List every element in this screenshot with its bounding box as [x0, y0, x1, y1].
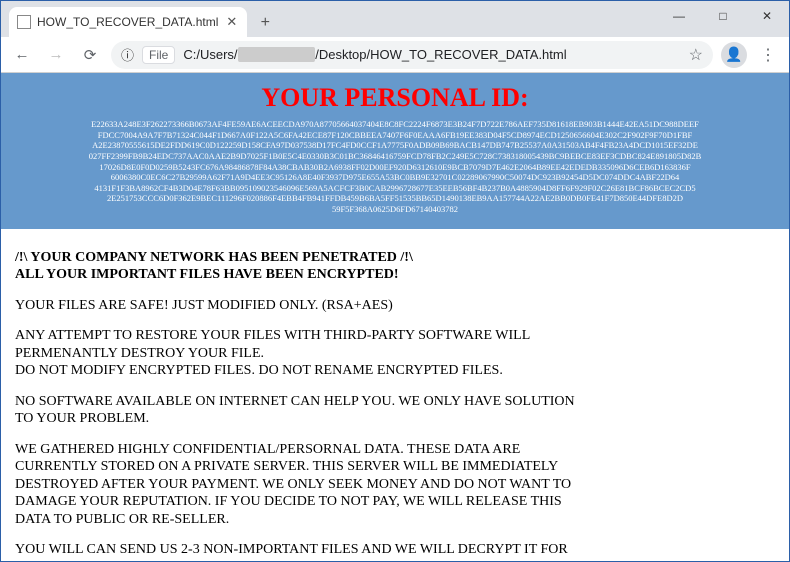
tab-title: HOW_TO_RECOVER_DATA.html — [37, 15, 218, 29]
omnibox[interactable]: ⓘ File C:/Users/████████/Desktop/HOW_TO_… — [111, 41, 713, 69]
id-line: 2E251753CCC6D0F362E9BEC111296F020886F4EB… — [21, 193, 769, 204]
bookmark-star-icon[interactable]: ☆ — [689, 45, 703, 65]
ransom-note-body: /!\ YOUR COMPANY NETWORK HAS BEEN PENETR… — [1, 229, 789, 561]
banner: YOUR PERSONAL ID: E22633A248E3F262273366… — [1, 73, 789, 229]
close-window-button[interactable]: ✕ — [745, 1, 789, 31]
personal-id-block: E22633A248E3F262273366B0673AF4FE59AE6ACE… — [15, 119, 775, 215]
menu-icon[interactable]: ⋮ — [755, 45, 781, 65]
banner-heading: YOUR PERSONAL ID: — [15, 83, 775, 113]
note-paragraph: NO SOFTWARE AVAILABLE ON INTERNET CAN HE… — [15, 393, 575, 428]
id-line: A2E23870555615DE2FDD619C0D122259D158CFA9… — [21, 140, 769, 151]
id-line: FDCC7004A9A7F7B71324C044F1D667A0F122A5C6… — [21, 130, 769, 141]
maximize-button[interactable]: □ — [701, 1, 745, 31]
info-icon[interactable]: ⓘ — [121, 45, 134, 64]
window-controls: — □ ✕ — [657, 1, 789, 31]
id-line: 4131F1F3BA8962CF4B3D04E78F63BB0951090235… — [21, 183, 769, 194]
file-chip: File — [142, 46, 175, 64]
id-line: 6006380C0EC6C27B29599A62F71A9D4EE3C95126… — [21, 172, 769, 183]
note-line: ALL YOUR IMPORTANT FILES HAVE BEEN ENCRY… — [15, 267, 399, 282]
url-prefix: C:/Users/ — [183, 47, 237, 62]
close-tab-icon[interactable]: ✕ — [224, 14, 239, 30]
note-paragraph: YOU WILL CAN SEND US 2-3 NON-IMPORTANT F… — [15, 541, 575, 561]
note-line: /!\ YOUR COMPANY NETWORK HAS BEEN PENETR… — [15, 250, 413, 265]
file-icon — [17, 15, 31, 29]
address-bar: ← → ⟳ ⓘ File C:/Users/████████/Desktop/H… — [1, 37, 789, 73]
avatar[interactable]: 👤 — [721, 42, 747, 68]
tab-bar: HOW_TO_RECOVER_DATA.html ✕ + — □ ✕ — [1, 1, 789, 37]
reload-button[interactable]: ⟳ — [77, 42, 103, 68]
page-content: YOUR PERSONAL ID: E22633A248E3F262273366… — [1, 73, 789, 561]
new-tab-button[interactable]: + — [251, 9, 279, 37]
url-text: C:/Users/████████/Desktop/HOW_TO_RECOVER… — [183, 47, 680, 62]
id-line: 17026D8E0F0D0259B5243FC676A98486878F84A3… — [21, 162, 769, 173]
id-line: 027FF2399FB9B24EDC737AAC0AAE2B9D7025F1B0… — [21, 151, 769, 162]
forward-button[interactable]: → — [43, 42, 69, 68]
back-button[interactable]: ← — [9, 42, 35, 68]
browser-window: HOW_TO_RECOVER_DATA.html ✕ + — □ ✕ ← → ⟳… — [0, 0, 790, 562]
note-paragraph: YOUR FILES ARE SAFE! JUST MODIFIED ONLY.… — [15, 297, 575, 315]
url-redacted: ████████ — [238, 47, 316, 62]
url-suffix: /Desktop/HOW_TO_RECOVER_DATA.html — [315, 47, 566, 62]
id-line: 59F5F368A0625D6FD67140403782 — [21, 204, 769, 215]
note-paragraph: ANY ATTEMPT TO RESTORE YOUR FILES WITH T… — [15, 327, 575, 380]
id-line: E22633A248E3F262273366B0673AF4FE59AE6ACE… — [21, 119, 769, 130]
note-paragraph: WE GATHERED HIGHLY CONFIDENTIAL/PERSORNA… — [15, 441, 575, 529]
minimize-button[interactable]: — — [657, 1, 701, 31]
tab-active[interactable]: HOW_TO_RECOVER_DATA.html ✕ — [9, 7, 247, 37]
note-heading: /!\ YOUR COMPANY NETWORK HAS BEEN PENETR… — [15, 249, 575, 284]
